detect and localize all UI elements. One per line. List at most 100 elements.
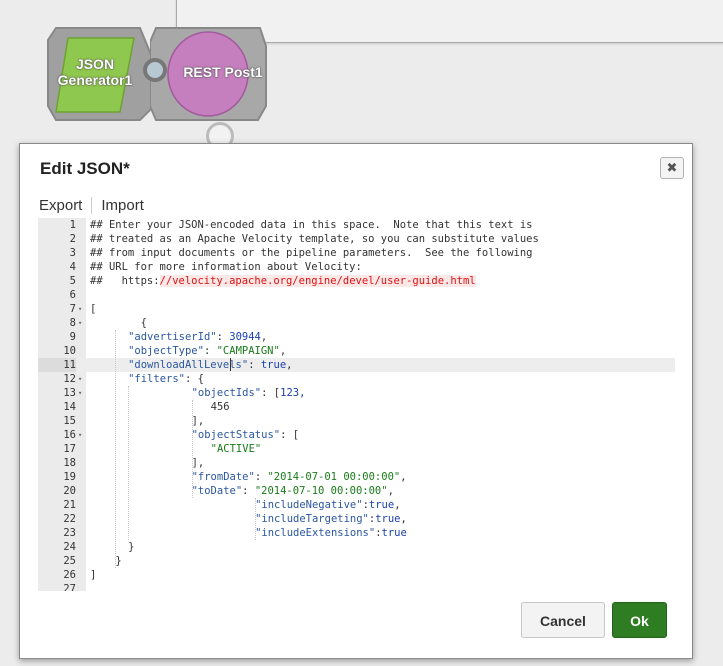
code-text: "includeNegative":true,: [255, 499, 401, 511]
line-number: 5: [69, 275, 76, 287]
line-number: 2: [69, 233, 76, 245]
editor-line[interactable]: 27: [38, 582, 675, 591]
fold-toggle-icon[interactable]: ▾: [78, 386, 86, 400]
editor-line[interactable]: 11 "downloadAllLevels": true,: [38, 358, 675, 372]
editor-line[interactable]: 25}: [38, 554, 675, 568]
line-number: 18: [63, 457, 76, 469]
ok-button[interactable]: Ok: [612, 602, 667, 638]
import-button[interactable]: Import: [92, 197, 144, 214]
line-number: 8: [69, 317, 76, 329]
fold-toggle-icon[interactable]: ▾: [78, 428, 86, 442]
code-text: "objectStatus": [: [191, 429, 300, 441]
editor-line[interactable]: 7 ▾ [: [38, 302, 675, 316]
cancel-button[interactable]: Cancel: [521, 602, 605, 638]
indent-guide: [115, 330, 117, 568]
editor-line[interactable]: 14 456: [38, 400, 675, 414]
code-text: }: [128, 541, 135, 553]
code-text: ## from input documents or the pipeline …: [90, 247, 533, 259]
editor-line[interactable]: 3 ## from input documents or the pipeline…: [38, 246, 675, 260]
editor-line[interactable]: 1 ## Enter your JSON-encoded data in this…: [38, 218, 675, 232]
editor-line[interactable]: 4 ## URL for more information about Veloc…: [38, 260, 675, 274]
close-icon: ✖: [666, 160, 678, 175]
editor-line[interactable]: 9 "advertiserId": 30944,: [38, 330, 675, 344]
editor-line[interactable]: 23 "includeExtensions":true: [38, 526, 675, 540]
editor-line[interactable]: 18],: [38, 456, 675, 470]
code-text: "filters": {: [128, 373, 204, 385]
editor-line[interactable]: 10 "objectType": "CAMPAIGN",: [38, 344, 675, 358]
line-number: 11: [38, 358, 76, 372]
dialog-title: Edit JSON*: [40, 159, 130, 178]
line-number: 1: [69, 219, 76, 231]
code-text: ## treated as an Apache Velocity templat…: [90, 233, 539, 245]
output-connector[interactable]: [143, 58, 167, 82]
json-code-editor[interactable]: 1 ## Enter your JSON-encoded data in this…: [38, 218, 675, 591]
editor-line[interactable]: 26]: [38, 568, 675, 582]
code-text: ## URL for more information about Veloci…: [90, 261, 362, 273]
code-text: "advertiserId": 30944,: [128, 331, 268, 343]
export-button[interactable]: Export: [39, 197, 93, 214]
code-text: "includeExtensions":true: [255, 527, 407, 539]
line-number: 23: [63, 527, 76, 539]
code-text: "toDate": "2014-07-10 00:00:00",: [191, 485, 394, 497]
line-number: 13: [63, 387, 76, 399]
line-number: 16: [63, 429, 76, 441]
code-text: 456: [210, 401, 230, 413]
editor-line[interactable]: 17 "ACTIVE": [38, 442, 675, 456]
line-number: 19: [63, 471, 76, 483]
line-number: 26: [63, 569, 76, 581]
editor-line[interactable]: 16 ▾ "objectStatus": [: [38, 428, 675, 442]
code-text: "includeTargeting":true,: [255, 513, 407, 525]
line-number: 15: [63, 415, 76, 427]
line-number: 12: [63, 373, 76, 385]
code-text: "fromDate": "2014-07-01 00:00:00",: [191, 471, 407, 483]
editor-line[interactable]: 19 "fromDate": "2014-07-01 00:00:00",: [38, 470, 675, 484]
edit-json-dialog: Edit JSON* ✖ Export Import 1 ## Enter your…: [19, 143, 693, 659]
editor-line[interactable]: 12 ▾ "filters": {: [38, 372, 675, 386]
editor-toolbar: Export Import: [39, 197, 144, 219]
editor-line[interactable]: 20 "toDate": "2014-07-10 00:00:00",: [38, 484, 675, 498]
code-text: "downloadAllLevels": true,: [128, 359, 293, 371]
code-text: {: [115, 317, 147, 329]
line-number: 7: [69, 303, 76, 315]
editor-line[interactable]: 5 ## https://velocity.apache.org/engine/d…: [38, 274, 675, 288]
code-text: ## https://velocity.apache.org/engine/de…: [90, 275, 476, 287]
editor-line[interactable]: 24}: [38, 540, 675, 554]
code-text: "objectIds": [123,: [191, 387, 306, 399]
line-number: 6: [69, 289, 76, 301]
line-number: 20: [63, 485, 76, 497]
editor-line[interactable]: 13 ▾ "objectIds": [123,: [38, 386, 675, 400]
editor-line[interactable]: 22 "includeTargeting":true,: [38, 512, 675, 526]
line-number: 24: [63, 541, 76, 553]
code-text: ]: [90, 569, 97, 581]
code-text: "ACTIVE": [210, 443, 262, 455]
code-text: ],: [191, 415, 205, 427]
json-generator-label: JSON Generator1: [57, 56, 133, 88]
line-number: 21: [63, 499, 76, 511]
url-link: //velocity.apache.org/engine/devel/user-…: [159, 275, 476, 287]
close-button[interactable]: ✖: [660, 157, 684, 179]
editor-line[interactable]: 21 "includeNegative":true,: [38, 498, 675, 512]
editor-line[interactable]: 2 ## treated as an Apache Velocity templa…: [38, 232, 675, 246]
line-number: 4: [69, 261, 76, 273]
line-number: 9: [69, 331, 76, 343]
line-number: 14: [63, 401, 76, 413]
rest-post-label: REST Post1: [183, 64, 263, 80]
text-cursor: [229, 358, 231, 371]
line-number: 10: [63, 345, 76, 357]
line-number: 22: [63, 513, 76, 525]
line-number: 25: [63, 555, 76, 567]
indent-guide: [191, 400, 193, 498]
code-text: [: [90, 303, 97, 315]
code-text: "objectType": "CAMPAIGN",: [128, 345, 287, 357]
line-number: 3: [69, 247, 76, 259]
fold-toggle-icon[interactable]: ▾: [78, 372, 86, 386]
line-number: 27: [63, 583, 76, 591]
indent-guide: [128, 386, 130, 540]
indent-guide: [255, 498, 257, 540]
editor-line[interactable]: 8 ▾ {: [38, 316, 675, 330]
fold-toggle-icon[interactable]: ▾: [78, 302, 86, 316]
editor-line[interactable]: 6: [38, 288, 675, 302]
editor-line[interactable]: 15],: [38, 414, 675, 428]
fold-toggle-icon[interactable]: ▾: [78, 316, 86, 330]
line-number: 17: [63, 443, 76, 455]
